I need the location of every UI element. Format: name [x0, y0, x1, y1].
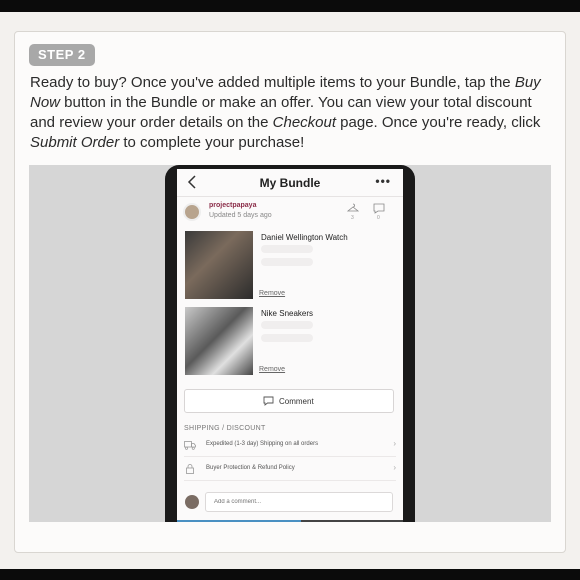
instructions-part-4: to complete your purchase!: [119, 134, 305, 151]
protection-row[interactable]: Buyer Protection & Refund Policy ›: [184, 459, 396, 481]
protection-text: Buyer Protection & Refund Policy: [206, 465, 295, 471]
bottom-border: [0, 569, 580, 580]
watch-image[interactable]: [185, 231, 253, 299]
bundle-title: My Bundle: [259, 176, 321, 190]
progress-fill: [177, 520, 302, 522]
app-navbar: My Bundle •••: [177, 169, 403, 197]
instructions-part-3: page. Once you're ready, click: [336, 114, 541, 131]
phone-screenshot: My Bundle ••• projectpapaya Updated 5 da…: [29, 165, 551, 522]
seller-row: projectpapaya Updated 5 days ago 3 0: [177, 197, 403, 227]
seller-updated-time: Updated 5 days ago: [209, 212, 272, 219]
app-screen: My Bundle ••• projectpapaya Updated 5 da…: [177, 169, 403, 522]
price-placeholder: [261, 245, 313, 253]
seller-avatar[interactable]: [183, 203, 201, 221]
comment-icon: [263, 396, 274, 406]
user-avatar: [185, 495, 199, 509]
shipping-discount-header: SHIPPING / DISCOUNT: [184, 425, 266, 432]
progress-bar: [177, 520, 403, 522]
instructions-text: Ready to buy? Once you've added multiple…: [30, 73, 558, 153]
hanger-icon[interactable]: [347, 203, 359, 213]
sneakers-image[interactable]: [185, 307, 253, 375]
bundle-item[interactable]: Nike Sneakers Remove: [185, 307, 397, 377]
add-comment-input[interactable]: [205, 492, 393, 512]
phone-frame: My Bundle ••• projectpapaya Updated 5 da…: [165, 165, 415, 522]
chevron-right-icon: ›: [393, 439, 396, 448]
shipping-row[interactable]: Expedited (1-3 day) Shipping on all orde…: [184, 435, 396, 457]
seller-name[interactable]: projectpapaya: [209, 202, 256, 209]
submit-order-emphasis: Submit Order: [30, 134, 120, 151]
comment-button-label: Comment: [279, 397, 314, 406]
item-title: Nike Sneakers: [261, 309, 314, 318]
instructions-part-1: Ready to buy? Once you've added multiple…: [30, 74, 515, 91]
shipping-text: Expedited (1-3 day) Shipping on all orde…: [206, 441, 319, 447]
size-placeholder: [261, 258, 313, 266]
item-title: Daniel Wellington Watch: [261, 233, 348, 242]
remove-link[interactable]: Remove: [259, 366, 285, 373]
more-options-icon[interactable]: •••: [375, 174, 391, 188]
chevron-right-icon: ›: [393, 463, 396, 472]
bundle-item[interactable]: Daniel Wellington Watch Remove: [185, 231, 397, 301]
comment-count-icon[interactable]: [373, 203, 385, 214]
step-card: STEP 2 Ready to buy? Once you've added m…: [14, 31, 566, 553]
lock-icon: [186, 464, 194, 474]
step-badge: STEP 2: [29, 44, 95, 66]
price-placeholder: [261, 321, 313, 329]
comment-count: 0: [377, 215, 380, 221]
comment-button[interactable]: Comment: [184, 389, 394, 413]
top-border: [0, 0, 580, 12]
remove-link[interactable]: Remove: [259, 290, 285, 297]
checkout-emphasis: Checkout: [272, 114, 337, 131]
truck-icon: [184, 441, 196, 450]
size-placeholder: [261, 334, 313, 342]
like-count: 3: [351, 215, 354, 221]
